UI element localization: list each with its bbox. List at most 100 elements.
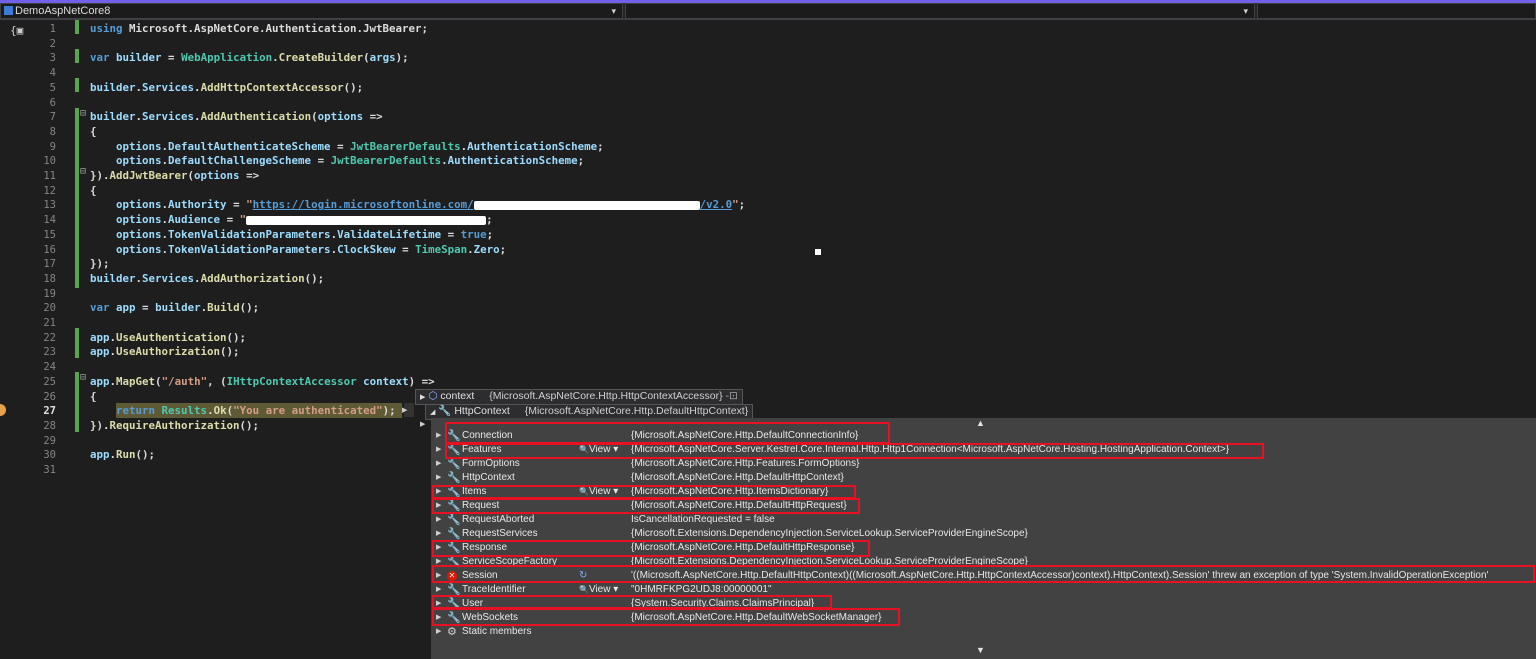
expand-arrow-icon[interactable]: ▶ bbox=[436, 457, 441, 471]
line-number: 16 bbox=[43, 243, 56, 256]
expand-arrow-icon[interactable]: ▶ bbox=[436, 443, 441, 457]
expand-arrow-icon[interactable]: ▶ bbox=[436, 429, 441, 443]
line-number: 15 bbox=[43, 228, 56, 241]
change-bar bbox=[75, 49, 79, 63]
code-line[interactable]: return Results.Ok("You are authenticated… bbox=[90, 404, 396, 419]
fold-toggle-icon[interactable]: ⊟ bbox=[80, 166, 86, 177]
navigation-bar: DemoAspNetCore8 ▾ ▾ bbox=[0, 3, 1536, 20]
code-line[interactable]: var builder = WebApplication.CreateBuild… bbox=[90, 51, 409, 66]
code-line[interactable]: var app = builder.Build(); bbox=[90, 301, 259, 316]
highlight-box bbox=[445, 422, 890, 444]
code-line[interactable]: { bbox=[90, 184, 97, 199]
member-value: {Microsoft.AspNetCore.Http.Features.Form… bbox=[631, 458, 860, 469]
line-number: 24 bbox=[43, 361, 56, 374]
wrench-icon: 🔧 bbox=[447, 472, 461, 484]
scroll-down-icon[interactable]: ▼ bbox=[976, 645, 985, 655]
highlight-box bbox=[432, 595, 832, 609]
code-line[interactable]: }).AddJwtBearer(options => bbox=[90, 169, 259, 184]
line-number: 31 bbox=[43, 464, 56, 476]
line-number: 23 bbox=[43, 346, 56, 359]
wrench-icon: 🔧 bbox=[447, 528, 461, 540]
datatip-httpcontext-value: {Microsoft.AspNetCore.Http.DefaultHttpCo… bbox=[524, 405, 749, 417]
line-number: 29 bbox=[43, 434, 56, 447]
member-name: HttpContext bbox=[462, 472, 515, 483]
code-line[interactable]: options.Authority = "https://login.micro… bbox=[90, 198, 745, 213]
scroll-up-icon[interactable]: ▲ bbox=[976, 418, 985, 428]
expand-arrow-icon[interactable]: ▶ bbox=[402, 406, 407, 414]
expand-arrow-icon[interactable]: ▶ bbox=[436, 625, 441, 639]
project-dropdown[interactable]: DemoAspNetCore8 ▾ bbox=[0, 3, 623, 19]
line-number: 12 bbox=[43, 184, 56, 197]
expand-arrow-icon[interactable]: ▶ bbox=[420, 394, 425, 401]
code-line[interactable]: builder.Services.AddAuthentication(optio… bbox=[90, 110, 383, 125]
code-line[interactable]: builder.Services.AddAuthorization(); bbox=[90, 272, 324, 287]
wrench-icon: 🔧 bbox=[447, 514, 461, 526]
member-value: {Microsoft.Extensions.DependencyInjectio… bbox=[631, 528, 1028, 539]
line-number: 1 bbox=[49, 23, 56, 35]
datatip-member-row[interactable]: ▶ 🔧 RequestServices {Microsoft.Extensions.D… bbox=[431, 527, 1536, 541]
member-name: RequestAborted bbox=[462, 514, 535, 525]
pin-icon[interactable]: -⊡ bbox=[726, 390, 738, 402]
chevron-down-icon: ▾ bbox=[1243, 6, 1248, 16]
line-number: 28 bbox=[43, 419, 56, 432]
line-number: 18 bbox=[43, 272, 56, 285]
code-line[interactable]: options.DefaultChallengeScheme = JwtBear… bbox=[90, 154, 584, 169]
mouse-cursor-marker bbox=[815, 249, 821, 255]
code-line[interactable]: app.MapGet("/auth", (IHttpContextAccesso… bbox=[90, 375, 435, 390]
highlight-box bbox=[432, 540, 870, 557]
datatip-member-row[interactable]: ▶ 🔧 FormOptions {Microsoft.AspNetCore.Http.… bbox=[431, 457, 1536, 471]
expand-arrow-icon[interactable]: ▶ bbox=[436, 513, 441, 527]
line-number: 30 bbox=[43, 449, 56, 462]
code-line[interactable]: options.TokenValidationParameters.Valida… bbox=[90, 228, 493, 243]
line-number: 11 bbox=[43, 170, 56, 182]
line-number: 25 bbox=[43, 375, 56, 388]
type-dropdown[interactable]: ▾ bbox=[625, 3, 1255, 19]
project-name: DemoAspNetCore8 bbox=[15, 5, 111, 17]
line-number-gutter: 1 2 3 4 5 6 7 8 9 10 11 12 13 14 15 16 17 18 19 20 21 22 23 24 2… bbox=[0, 20, 70, 480]
code-line[interactable]: app.Run(); bbox=[90, 448, 155, 463]
collapse-arrow-icon[interactable]: ◢ bbox=[430, 409, 435, 416]
code-line[interactable]: builder.Services.AddHttpContextAccessor(… bbox=[90, 81, 363, 96]
change-bar bbox=[75, 78, 79, 92]
code-line[interactable]: options.Audience = "; bbox=[90, 213, 493, 228]
member-value: IsCancellationRequested = false bbox=[631, 514, 775, 525]
chevron-down-icon: ▾ bbox=[611, 6, 616, 16]
datatip-context-row[interactable]: ▶ ⬡ context {Microsoft.AspNetCore.Http.H… bbox=[415, 389, 743, 405]
line-number: 19 bbox=[43, 287, 56, 300]
line-number: 2 bbox=[49, 37, 56, 50]
expand-arrow-icon[interactable]: ▶ bbox=[436, 471, 441, 485]
code-line[interactable]: }); bbox=[90, 257, 110, 272]
line-number: 10 bbox=[43, 155, 56, 168]
change-bar bbox=[75, 328, 79, 358]
expand-arrow-icon[interactable]: ▶ bbox=[436, 527, 441, 541]
highlight-box bbox=[432, 608, 900, 626]
change-bar bbox=[75, 108, 79, 288]
expand-arrow-icon[interactable]: ▶ bbox=[420, 420, 425, 428]
code-line[interactable]: app.UseAuthentication(); bbox=[90, 331, 246, 346]
datatip-member-row[interactable]: ▶ 🔧 RequestAborted IsCancellationRequested … bbox=[431, 513, 1536, 527]
fold-toggle-icon[interactable]: ⊟ bbox=[80, 108, 86, 119]
magnifier-icon: 🔍 bbox=[579, 585, 589, 594]
code-line[interactable]: using Microsoft.AspNetCore.Authenticatio… bbox=[90, 22, 428, 37]
fold-toggle-icon[interactable]: ⊟ bbox=[80, 372, 86, 383]
code-line[interactable]: { bbox=[90, 125, 97, 140]
code-line[interactable]: { bbox=[90, 390, 97, 405]
member-value: {Microsoft.AspNetCore.Http.DefaultHttpCo… bbox=[631, 472, 844, 483]
code-line[interactable]: app.UseAuthorization(); bbox=[90, 345, 240, 360]
line-number: 6 bbox=[49, 96, 56, 109]
datatip-member-row[interactable]: ▶ 🔧 HttpContext {Microsoft.AspNetCore.Http.… bbox=[431, 471, 1536, 485]
datatip-member-row[interactable]: ▶ ⚙ Static members bbox=[431, 625, 1536, 639]
csharp-project-icon bbox=[4, 6, 13, 15]
line-number: 8 bbox=[49, 125, 56, 138]
datatip-context-name: context bbox=[440, 390, 475, 402]
chevron-down-icon[interactable]: ▾ bbox=[610, 584, 618, 595]
code-line[interactable]: options.TokenValidationParameters.ClockS… bbox=[90, 243, 506, 258]
line-number: 14 bbox=[43, 214, 56, 227]
code-line[interactable]: }).RequireAuthorization(); bbox=[90, 419, 259, 434]
line-number: 3 bbox=[49, 52, 56, 65]
member-dropdown[interactable] bbox=[1257, 3, 1536, 19]
wrench-icon: 🔧 bbox=[447, 458, 461, 470]
line-number: 7 bbox=[49, 111, 56, 124]
change-bar bbox=[75, 372, 79, 432]
code-line[interactable]: options.DefaultAuthenticateScheme = JwtB… bbox=[90, 140, 604, 155]
